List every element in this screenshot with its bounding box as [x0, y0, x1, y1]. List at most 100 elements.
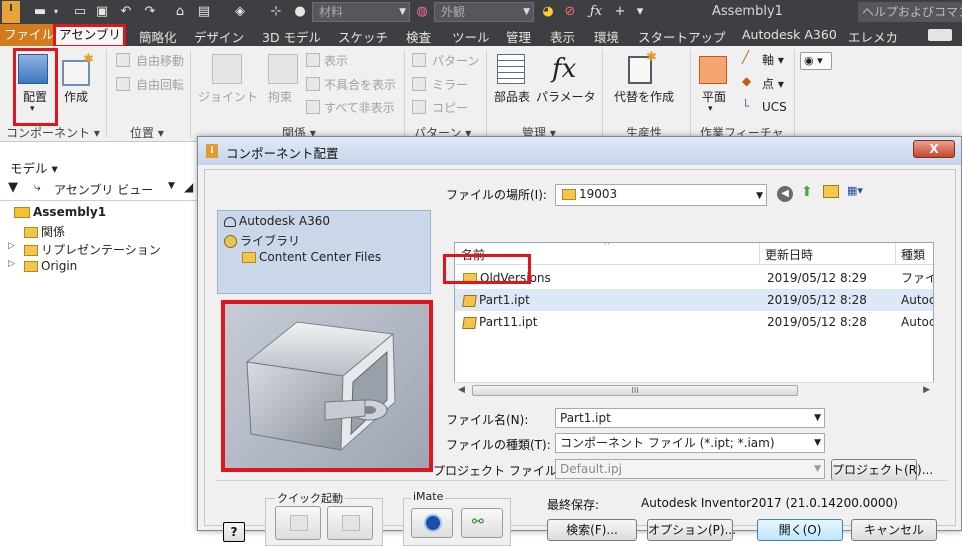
column-type[interactable]: 種類	[901, 246, 925, 263]
help-button[interactable]: ?	[223, 522, 245, 542]
panel-component[interactable]: コンポーネント ▾	[6, 124, 100, 141]
tree-item-assembly1[interactable]: Assembly1	[14, 205, 106, 219]
browser-title[interactable]: モデル ▾	[10, 158, 58, 177]
tab-a360[interactable]: Autodesk A360	[742, 27, 837, 42]
file-row-part1[interactable]: Part1.ipt 2019/05/12 8:28 Autoc	[455, 289, 933, 311]
parameters-button[interactable]: パラメータ	[536, 88, 596, 105]
filter-icon[interactable]: ▼	[8, 180, 18, 195]
tab-elemeka[interactable]: エレメカ	[848, 27, 898, 46]
home-icon[interactable]: ⌂	[172, 4, 188, 20]
horizontal-scrollbar[interactable]: ◀ III ▶	[454, 382, 934, 398]
material-combo[interactable]: 材料 ▼	[312, 2, 410, 22]
filename-input[interactable]: Part1.ipt ▼	[555, 408, 825, 428]
axis-button[interactable]: 軸 ▾	[762, 51, 784, 68]
show-sick-button[interactable]: 不具合を表示	[324, 76, 396, 93]
ribbon-toggle-icon[interactable]	[928, 29, 952, 41]
free-move-button[interactable]: 自由移動	[136, 52, 184, 69]
tab-file[interactable]: ファイル	[0, 24, 59, 46]
expand-icon[interactable]: ▷	[8, 259, 15, 269]
back-icon[interactable]: ◀	[777, 186, 793, 202]
look-in-combo[interactable]: 19003 ▼	[555, 184, 767, 206]
filetype-select[interactable]: コンポーネント ファイル (*.ipt; *.iam) ▼	[555, 433, 825, 453]
file-row-part11[interactable]: Part11.ipt 2019/05/12 8:28 Autoc	[455, 311, 933, 333]
view-menu-icon[interactable]: ▦▾	[847, 184, 875, 202]
constrain-button[interactable]: 拘束	[268, 88, 292, 105]
panel-position[interactable]: 位置 ▾	[130, 124, 164, 141]
tab-tools[interactable]: ツール	[452, 27, 490, 46]
create-button[interactable]: 作成	[64, 88, 88, 105]
appearance-combo[interactable]: 外観 ▼	[434, 2, 534, 22]
quick-launch-button-2[interactable]	[327, 506, 373, 540]
help-search-input[interactable]: ヘルプおよびコマン	[858, 2, 962, 22]
tree-item-representations[interactable]: リプレゼンテーション	[24, 241, 161, 258]
project-button[interactable]: プロジェクト(R)...	[831, 459, 933, 481]
bom-button[interactable]: 部品表	[494, 88, 530, 105]
pattern-button[interactable]: パターン	[432, 52, 479, 69]
joint-button[interactable]: ジョイント	[198, 88, 258, 105]
sort-ascending-icon: ^	[603, 242, 611, 251]
new-icon[interactable]: ▬	[32, 4, 48, 20]
location-label: ライブラリ	[240, 234, 301, 248]
imate-button-2[interactable]: ⚯	[461, 508, 503, 538]
fx-icon[interactable]: ƒx	[588, 4, 604, 20]
save-icon[interactable]: ▣	[94, 4, 110, 20]
tab-manage[interactable]: 管理	[506, 27, 531, 46]
new-folder-icon[interactable]	[823, 185, 839, 198]
copy-button[interactable]: コピー	[432, 99, 468, 116]
open-icon[interactable]: ▭	[72, 4, 88, 20]
tab-simplify[interactable]: 簡略化	[139, 27, 177, 46]
scroll-left-icon[interactable]: ◀	[458, 385, 465, 395]
tree-item-origin[interactable]: Origin	[24, 259, 77, 273]
imate-button-1[interactable]	[411, 508, 453, 538]
new-dropdown-icon[interactable]: ▾	[48, 4, 64, 20]
color-wheel-icon[interactable]: ●	[292, 4, 308, 20]
column-date[interactable]: 更新日時	[765, 246, 813, 263]
tree-item-relationships[interactable]: 関係	[24, 223, 65, 240]
location-content-center[interactable]: Content Center Files	[242, 250, 381, 264]
mirror-button[interactable]: ミラー	[432, 76, 468, 93]
ribbon-overflow-button[interactable]: ◉ ▾	[800, 52, 832, 70]
dialog-titlebar[interactable]: I コンポーネント配置 X	[198, 137, 961, 165]
return-icon[interactable]: ▤	[196, 4, 212, 20]
redo-icon[interactable]: ↷	[142, 4, 158, 20]
substitute-button[interactable]: 代替を作成	[614, 88, 674, 105]
customize-icon[interactable]: ▾	[632, 4, 648, 20]
close-button[interactable]: X	[913, 140, 955, 158]
up-folder-icon[interactable]: ⬆	[801, 184, 813, 200]
free-rotate-icon	[116, 77, 130, 91]
chevron-down-icon[interactable]: ▼	[168, 181, 175, 191]
find-icon[interactable]: ◢	[184, 180, 193, 194]
tab-3d-model[interactable]: 3D モデル	[262, 27, 321, 46]
tab-sketch[interactable]: スケッチ	[338, 27, 388, 46]
location-a360[interactable]: Autodesk A360	[224, 214, 330, 228]
scroll-right-icon[interactable]: ▶	[923, 385, 930, 395]
ucs-button[interactable]: UCS	[762, 100, 787, 114]
dialog-title: コンポーネント配置	[226, 146, 339, 161]
inventor-logo-icon[interactable]: I	[2, 1, 20, 23]
filename-label: ファイル名(N):	[446, 413, 529, 427]
ribbon: 配置 ▾ ✱ 作成 コンポーネント ▾ 自由移動 自由回転 位置 ▾ ジョイント…	[0, 46, 962, 142]
location-library[interactable]: ライブラリ	[224, 232, 300, 249]
browser-view-dropdown[interactable]: アセンブリ ビュー	[54, 181, 153, 198]
undo-icon[interactable]: ↶	[118, 4, 134, 20]
tab-view[interactable]: 表示	[550, 27, 575, 46]
adjust-appearance-icon[interactable]: ◕	[540, 4, 556, 20]
tab-environments[interactable]: 環境	[594, 27, 619, 46]
component-icon	[342, 515, 360, 531]
tab-getstarted[interactable]: スタートアップ	[638, 27, 726, 46]
tab-inspect[interactable]: 検査	[406, 27, 431, 46]
select-icon[interactable]: ⊹	[268, 4, 284, 20]
plus-icon[interactable]: +	[612, 4, 628, 20]
expand-icon[interactable]: ▷	[8, 241, 15, 251]
point-button[interactable]: 点 ▾	[762, 75, 784, 92]
scroll-thumb[interactable]: III	[472, 385, 798, 396]
quick-launch-button-1[interactable]	[275, 506, 321, 540]
free-rotate-button[interactable]: 自由回転	[136, 76, 184, 93]
tab-design[interactable]: デザイン	[194, 27, 244, 46]
show-button[interactable]: 表示	[324, 52, 348, 69]
clear-appearance-icon[interactable]: ⊘	[562, 4, 578, 20]
update-icon[interactable]: ◈	[232, 4, 248, 20]
plane-button[interactable]: 平面	[702, 88, 726, 105]
project-select[interactable]: Default.ipj ▼	[555, 459, 825, 479]
hide-all-button[interactable]: すべて非表示	[324, 99, 395, 116]
